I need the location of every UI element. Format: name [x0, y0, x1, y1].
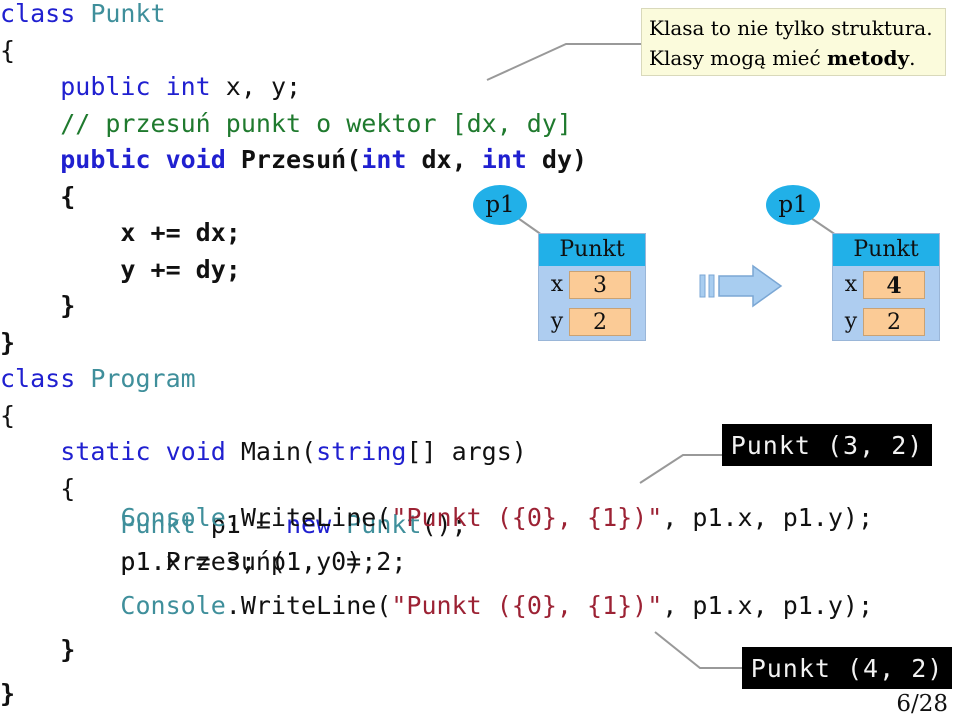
code-token: static void — [60, 437, 241, 466]
code-token: .WriteLine( — [225, 503, 392, 532]
code-token: Punkt — [90, 0, 166, 28]
code-token: class — [0, 364, 91, 393]
callout-line-2-suffix: . — [909, 46, 916, 70]
code-token: public int — [60, 72, 211, 101]
code-token: .WriteLine( — [225, 591, 392, 620]
code-line: { — [0, 179, 640, 216]
code-token: p1.Przesuń(1, 0); — [0, 547, 377, 576]
code-line: class Punkt — [0, 0, 640, 33]
object-field-name: y — [550, 309, 564, 334]
code-token: { — [0, 400, 16, 430]
object-field-name: y — [844, 309, 858, 334]
code-token: x += dx; — [120, 218, 241, 247]
code-token: Main( — [240, 437, 317, 466]
code-token: { — [0, 35, 16, 65]
object-box-before: Punkt x 3 y 2 — [538, 233, 646, 341]
code-token: Przesuń( — [240, 145, 362, 174]
callout-line-2-prefix: Klasy mogą mieć — [649, 46, 828, 70]
console-output-1: Punkt (3, 2) — [722, 424, 932, 466]
code-token: x, y; — [210, 72, 302, 101]
code-token: } — [0, 327, 16, 357]
code-token: int — [361, 145, 407, 174]
console-output-2: Punkt (4, 2) — [742, 647, 952, 689]
code-line: class Program — [0, 361, 640, 398]
callout-line-1: Klasa to nie tylko struktura. — [649, 16, 933, 40]
object-class-name: Punkt — [539, 234, 645, 266]
code-line: static void Main(string[] args) — [0, 434, 640, 471]
object-ref-label: p1 — [485, 192, 515, 218]
callout-line-2-bold: metody — [827, 46, 910, 70]
object-field-row: x 4 — [833, 266, 939, 303]
object-field-value: 3 — [569, 270, 631, 299]
code-token: } — [0, 679, 16, 708]
code-token: public void — [60, 145, 241, 174]
code-token: , p1.x, p1.y); — [662, 591, 874, 620]
code-line: Console.WriteLine("Punkt ({0}, {1})", p1… — [0, 496, 960, 540]
code-line: p1.Przesuń(1, 0); — [0, 540, 960, 584]
code-token: , p1.x, p1.y); — [662, 503, 874, 532]
code-token: Console — [120, 503, 226, 532]
object-field-value: 4 — [863, 270, 925, 299]
object-field-value: 2 — [863, 307, 925, 336]
object-ref-p1-after: p1 — [766, 185, 820, 225]
object-class-name: Punkt — [833, 234, 939, 266]
code-token: y += dy; — [120, 254, 241, 284]
code-token: "Punkt ({0}, {1})" — [391, 591, 663, 620]
transition-arrow — [699, 264, 783, 308]
slide-canvas: Klasa to nie tylko struktura. Klasy mogą… — [0, 0, 960, 721]
page-number: 6/28 — [896, 691, 948, 717]
code-token: dx, — [406, 145, 482, 174]
object-field-row: y 2 — [539, 303, 645, 340]
code-token: Console — [120, 591, 226, 620]
code-token: [] args) — [406, 437, 527, 466]
code-token: dy) — [526, 145, 588, 174]
callout-line-2: Klasy mogą mieć metody. — [649, 43, 945, 73]
code-line: { — [0, 33, 640, 70]
code-token: string — [316, 437, 407, 466]
code-line: // przesuń punkt o wektor [dx, dy] — [0, 106, 640, 143]
object-ref-label: p1 — [778, 192, 808, 218]
object-field-name: x — [844, 272, 858, 297]
code-token: class — [0, 0, 91, 28]
object-field-value: 2 — [569, 307, 631, 336]
callout-note: Klasa to nie tylko struktura. Klasy mogą… — [641, 8, 946, 76]
code-token: } — [60, 635, 76, 664]
code-token: int — [481, 145, 527, 174]
object-field-row: x 3 — [539, 266, 645, 303]
code-token: { — [60, 181, 76, 211]
object-field-row: y 2 — [833, 303, 939, 340]
code-token: } — [60, 291, 76, 320]
code-line: public int x, y; — [0, 69, 640, 106]
object-field-name: x — [550, 272, 564, 297]
code-token: Program — [90, 364, 196, 393]
code-token: "Punkt ({0}, {1})" — [391, 503, 663, 532]
object-ref-p1-before: p1 — [473, 185, 527, 225]
code-token: // przesuń punkt o wektor [dx, dy] — [60, 108, 572, 138]
code-line: { — [0, 398, 640, 435]
code-line: Console.WriteLine("Punkt ({0}, {1})", p1… — [0, 584, 960, 628]
object-box-after: Punkt x 4 y 2 — [832, 233, 940, 341]
code-line: public void Przesuń(int dx, int dy) — [0, 142, 640, 179]
